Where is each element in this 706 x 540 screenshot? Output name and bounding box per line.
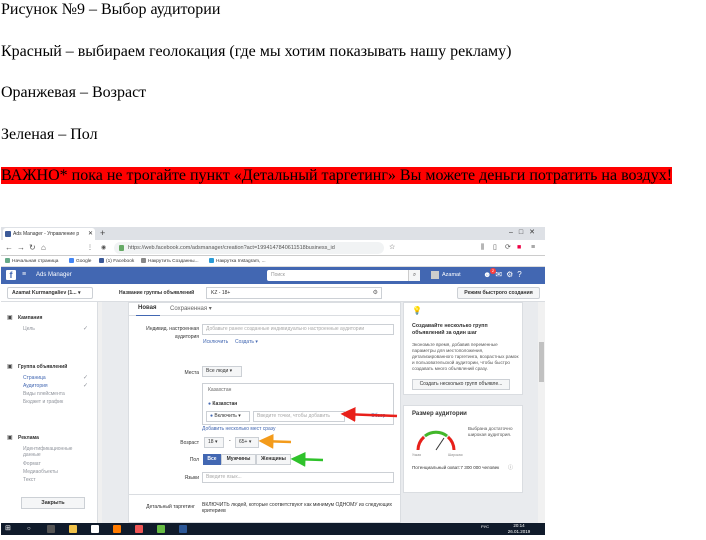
green-arrow [290, 451, 324, 467]
figure-caption: Рисунок №9 – Выбор аудитории [1, 1, 221, 18]
red-arrow-note: Красный – выбираем геолокация (где мы хо… [1, 43, 512, 60]
orange-arrow [258, 433, 292, 449]
red-arrow [340, 406, 398, 422]
ads-manager-screenshot: Ads Manager - Управление р ✕ + –□✕ ← → ↻… [1, 227, 545, 535]
annotation-arrows [258, 406, 398, 467]
orange-arrow-note: Оранжевая – Возраст [1, 84, 147, 101]
green-arrow-note: Зеленая – Пол [1, 126, 98, 143]
warning-text: ВАЖНО* пока не трогайте пункт «Детальный… [1, 167, 673, 184]
warning-note: ВАЖНО* пока не трогайте пункт «Детальный… [1, 166, 699, 186]
